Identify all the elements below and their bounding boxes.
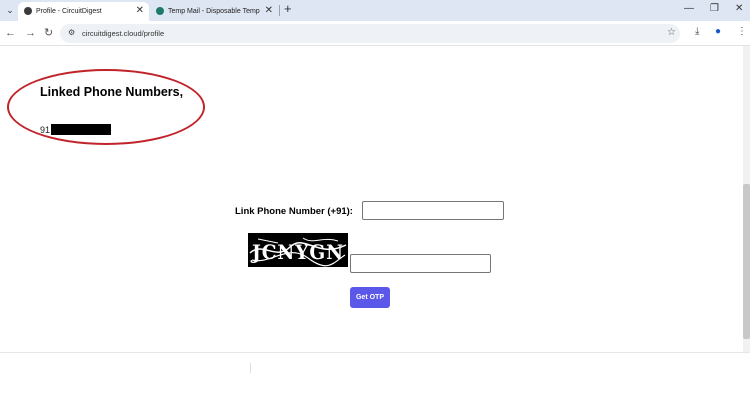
tab-title: Temp Mail - Disposable Tempo [168, 8, 260, 15]
minimize-icon[interactable]: — [684, 3, 694, 15]
phone-number-input[interactable] [362, 201, 504, 220]
tab-temp-mail[interactable]: Temp Mail - Disposable Tempo ✕ [150, 2, 278, 21]
tab-title: Profile - CircuitDigest [36, 8, 102, 15]
close-icon[interactable]: ✕ [136, 5, 144, 17]
captcha-text: JCNYGN [250, 240, 344, 264]
favicon-icon [24, 7, 32, 15]
menu-dots-icon[interactable]: ⋮ [737, 26, 747, 38]
link-phone-label: Link Phone Number (+91): [235, 206, 353, 217]
bookmark-star-icon[interactable]: ☆ [667, 27, 676, 38]
url-text: circuitdigest.cloud/profile [82, 29, 165, 38]
tab-strip: ⌄ Profile - CircuitDigest ✕ Temp Mail - … [0, 0, 750, 21]
tab-divider [279, 5, 280, 16]
profile-icon[interactable]: ● [715, 26, 721, 38]
forward-arrow-icon[interactable]: → [25, 26, 36, 40]
scrollbar-thumb[interactable] [743, 184, 750, 339]
captcha-input[interactable] [350, 254, 491, 273]
site-settings-icon[interactable]: ⚙ [68, 28, 75, 38]
tab-search-icon[interactable]: ⌄ [3, 3, 17, 17]
favicon-icon [156, 7, 164, 15]
close-window-icon[interactable]: ✕ [735, 3, 743, 15]
back-arrow-icon[interactable]: ← [5, 26, 16, 40]
new-tab-button[interactable]: + [284, 1, 292, 17]
reload-icon[interactable]: ↻ [44, 26, 53, 40]
address-bar[interactable]: ⚙ circuitdigest.cloud/profile ☆ [60, 24, 680, 43]
close-icon[interactable]: ✕ [265, 5, 273, 17]
tab-profile[interactable]: Profile - CircuitDigest ✕ [18, 2, 149, 21]
download-icon[interactable]: ⤓ [695, 26, 699, 38]
restore-icon[interactable]: ❐ [710, 3, 719, 15]
page-content: Linked Phone Numbers, 91 Link Phone Numb… [0, 46, 750, 413]
annotation-ellipse [7, 69, 205, 145]
get-otp-button[interactable]: Get OTP [350, 287, 390, 308]
footer-separator [250, 363, 251, 373]
captcha-image: JCNYGN [248, 233, 348, 267]
browser-toolbar: ← → ↻ ⚙ circuitdigest.cloud/profile ☆ ⤓ … [0, 21, 750, 46]
footer-divider [0, 352, 750, 353]
